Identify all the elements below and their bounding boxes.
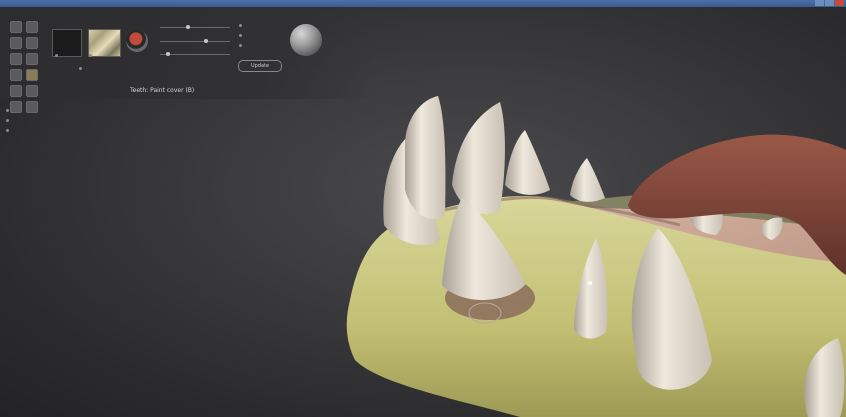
slider-track[interactable] <box>160 41 230 42</box>
tooth <box>804 338 845 417</box>
checkbox-option[interactable] <box>79 67 82 70</box>
tooth <box>405 96 446 219</box>
tool-button[interactable] <box>10 69 22 81</box>
tool-button[interactable] <box>10 53 22 65</box>
bullet-icon <box>6 118 9 122</box>
tool-button-active[interactable] <box>26 69 38 81</box>
radio-option[interactable] <box>239 44 242 47</box>
checkbox-option[interactable] <box>55 54 58 57</box>
mouth-interior <box>470 207 846 340</box>
update-button[interactable]: Update <box>238 60 282 72</box>
tooth <box>505 130 550 195</box>
upper-jaw-back <box>480 175 846 280</box>
tool-grid <box>10 21 38 113</box>
mouse-cursor <box>588 281 592 285</box>
tooth <box>574 238 608 339</box>
brush-cursor <box>468 302 502 324</box>
tool-button[interactable] <box>10 85 22 97</box>
bullet-icon <box>6 108 9 112</box>
radio-option[interactable] <box>239 34 242 37</box>
tool-button[interactable] <box>10 21 22 33</box>
minimize-button[interactable] <box>815 0 824 6</box>
close-button[interactable] <box>835 0 844 6</box>
tool-button[interactable] <box>26 85 38 97</box>
tooth <box>383 135 440 245</box>
slider-track[interactable] <box>160 54 230 55</box>
tooth <box>452 102 505 215</box>
status-message: Teeth: Paint cover (B) <box>130 87 195 94</box>
tool-button[interactable] <box>26 21 38 33</box>
tooth <box>690 211 723 235</box>
window-controls <box>815 0 844 6</box>
material-sphere-preview[interactable] <box>290 24 322 56</box>
tool-button[interactable] <box>10 37 22 49</box>
tool-panel: Update <box>0 7 378 113</box>
gum-line <box>419 196 681 227</box>
texture-swatch[interactable] <box>88 29 121 57</box>
tooth <box>442 198 525 300</box>
sidebar-options <box>6 105 12 135</box>
maximize-button[interactable] <box>825 0 834 6</box>
sidebar-item[interactable] <box>6 105 12 115</box>
tool-button[interactable] <box>26 37 38 49</box>
bullet-icon <box>6 128 9 132</box>
tool-button[interactable] <box>26 53 38 65</box>
checkbox-option[interactable] <box>89 54 92 57</box>
tooth <box>760 217 783 240</box>
sidebar-item[interactable] <box>6 115 12 125</box>
tool-button[interactable] <box>26 101 38 113</box>
slider-track[interactable] <box>160 27 230 28</box>
paint-color-picker[interactable] <box>126 30 148 52</box>
lower-jaw <box>346 195 846 417</box>
sidebar-item[interactable] <box>6 125 12 135</box>
tongue <box>628 134 846 275</box>
slider-knob[interactable] <box>186 25 190 29</box>
window-titlebar <box>0 0 846 7</box>
slider-knob[interactable] <box>166 52 170 56</box>
tooth <box>631 228 712 390</box>
gum-socket <box>445 276 535 320</box>
slider-knob[interactable] <box>204 39 208 43</box>
color-swatch[interactable] <box>52 29 82 57</box>
radio-option[interactable] <box>239 24 242 27</box>
tooth <box>570 158 605 202</box>
